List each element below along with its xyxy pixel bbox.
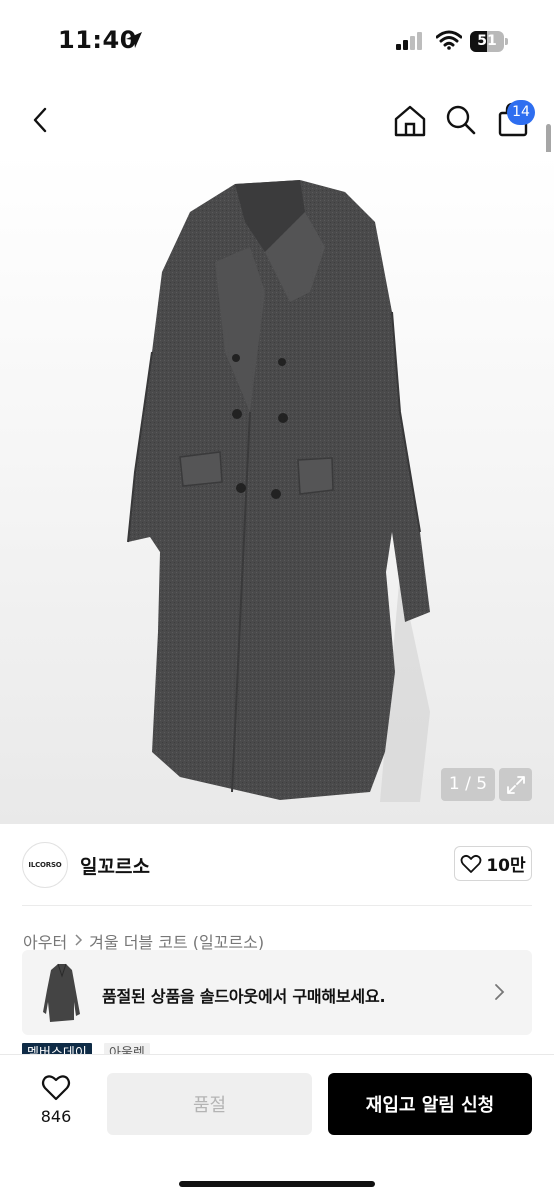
heart-icon	[41, 1075, 71, 1101]
status-bar: 11:40 51	[0, 0, 554, 80]
battery-indicator: 51	[470, 31, 508, 52]
image-counter: 1 / 5	[441, 768, 495, 801]
soldout-button-label: 품절	[192, 1095, 227, 1116]
coat-illustration	[127, 180, 430, 802]
home-indicator	[179, 1181, 375, 1187]
brand-like-count: 10만	[486, 856, 526, 876]
search-button[interactable]	[443, 102, 479, 138]
wishlist-button[interactable]: 846	[30, 1074, 82, 1134]
brand-logo-text: ILCORSO	[28, 861, 62, 869]
back-button[interactable]	[22, 100, 58, 140]
coat-thumbnail	[43, 963, 80, 1022]
chevron-right-icon	[75, 932, 83, 950]
divider	[22, 905, 532, 906]
soldout-banner-text: 품절된 상품을 솔드아웃에서 구매해보세요.	[102, 987, 386, 1006]
home-button[interactable]	[391, 102, 429, 140]
chevron-left-icon	[33, 107, 47, 133]
search-icon	[446, 105, 476, 135]
product-image[interactable]	[0, 152, 554, 824]
heart-icon	[460, 854, 482, 873]
location-arrow-icon	[124, 30, 144, 54]
cart-count-badge: 14	[507, 100, 535, 125]
wifi-icon	[435, 30, 463, 54]
brand-logo[interactable]: ILCORSO	[22, 842, 68, 888]
battery-percent: 51	[477, 33, 497, 49]
brand-name[interactable]: 일꼬르소	[80, 852, 150, 879]
home-icon	[394, 105, 426, 137]
brand-like-button[interactable]: 10만	[454, 846, 532, 881]
restock-button-label: 재입고 알림 신청	[365, 1095, 495, 1116]
wishlist-count: 846	[40, 1107, 72, 1126]
expand-image-button[interactable]	[499, 768, 532, 801]
restock-alert-button[interactable]: 재입고 알림 신청	[328, 1073, 532, 1135]
cellular-signal-icon	[396, 32, 424, 54]
chevron-right-icon	[495, 984, 505, 1000]
soldout-button[interactable]: 품절	[107, 1073, 312, 1135]
soldout-banner[interactable]: 품절된 상품을 솔드아웃에서 구매해보세요.	[22, 950, 532, 1035]
expand-icon	[506, 775, 525, 794]
